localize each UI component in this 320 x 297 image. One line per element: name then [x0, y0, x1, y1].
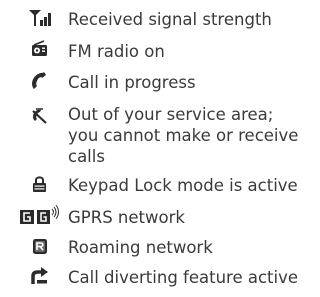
list-item-text: Out of your service area;	[68, 105, 274, 124]
no-service-icon	[0, 101, 66, 125]
list-item-text: Keypad Lock mode is active	[68, 176, 298, 195]
list-item-text: GPRS network	[68, 208, 185, 227]
padlock-icon	[0, 172, 66, 196]
list-item-text: Roaming network	[68, 238, 213, 257]
list-item-text: Call in progress	[68, 73, 196, 92]
list-item-text: you cannot make or receive	[68, 126, 299, 145]
list-item-text: Call diverting feature active	[68, 268, 299, 287]
list-item-text: FM radio on	[68, 42, 165, 61]
list-item-text: Received signal strength	[68, 10, 272, 29]
list-item-text: calls	[68, 147, 105, 166]
gprs-network-icon	[0, 204, 66, 228]
roaming-icon	[0, 234, 66, 258]
call-divert-icon	[0, 264, 66, 288]
signal-strength-icon	[0, 6, 66, 30]
phone-handset-icon	[0, 69, 66, 93]
fm-radio-icon	[0, 38, 66, 62]
